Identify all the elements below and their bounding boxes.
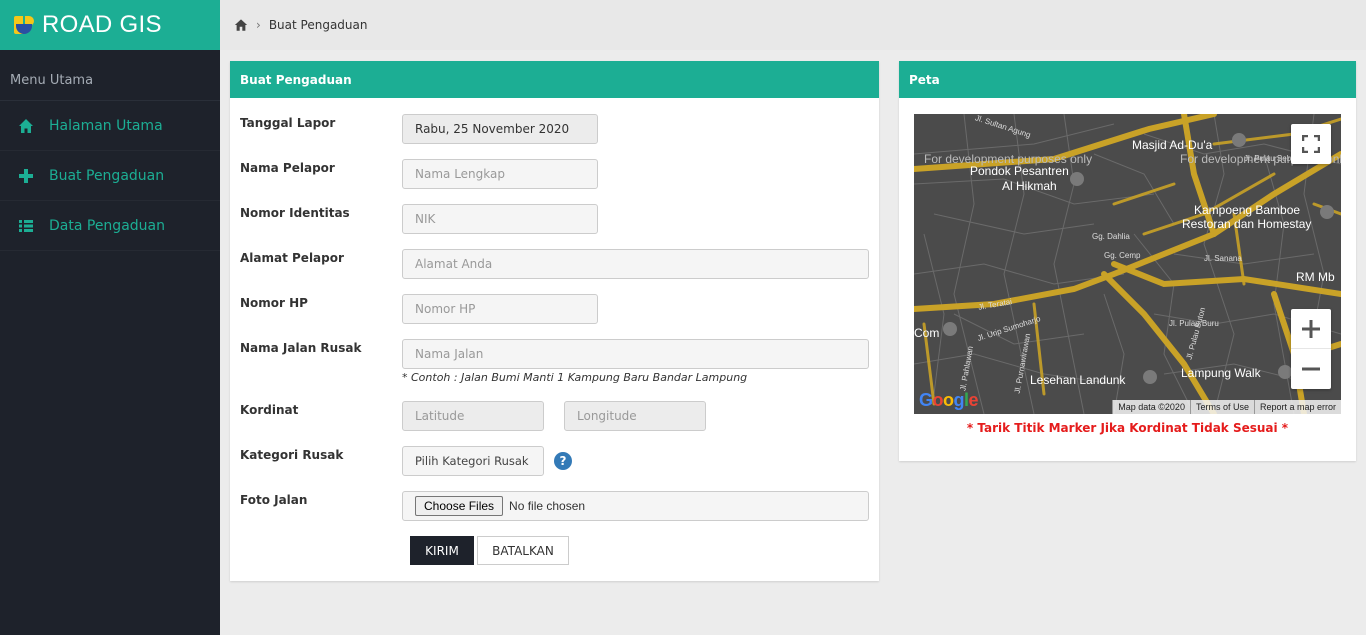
chevron-right-icon: › — [256, 18, 261, 32]
place-label: Kampoeng Bamboe — [1194, 203, 1301, 217]
map-canvas[interactable]: Jl. Sultan Agung Gg. Dahlia Gg. Cemp Jl.… — [914, 114, 1341, 414]
sidebar-item-buat-pengaduan[interactable]: Buat Pengaduan — [0, 151, 220, 201]
place-label: Lampung Walk — [1181, 366, 1261, 380]
zoom-out-button[interactable] — [1291, 349, 1331, 389]
sidebar-item-label: Data Pengaduan — [49, 217, 165, 234]
place-label: Com — [914, 326, 940, 340]
submit-button[interactable]: KIRIM — [410, 536, 474, 565]
sidebar-item-label: Halaman Utama — [49, 117, 163, 134]
street-label: Jl. Sanana — [1204, 254, 1242, 263]
fullscreen-button[interactable] — [1291, 124, 1331, 164]
google-logo[interactable]: Google — [919, 390, 979, 411]
place-label: Al Hikmah — [1002, 179, 1057, 193]
street-label: Gg. Dahlia — [1092, 232, 1130, 241]
home-icon[interactable] — [234, 18, 248, 32]
place-label: Pondok Pesantren — [970, 164, 1069, 178]
plus-icon — [1302, 319, 1320, 338]
sidebar-item-label: Buat Pengaduan — [49, 167, 165, 184]
hp-label: Nomor HP — [240, 296, 308, 310]
longitude-input[interactable] — [564, 401, 706, 431]
hp-input[interactable] — [402, 294, 598, 324]
place-label: Restoran dan Homestay — [1182, 217, 1312, 231]
fullscreen-icon — [1302, 135, 1320, 153]
street-label: Gg. Cemp — [1104, 251, 1141, 260]
jalan-label: Nama Jalan Rusak — [240, 341, 362, 355]
map-title: Peta — [899, 61, 1356, 98]
breadcrumb: › Buat Pengaduan — [220, 0, 1366, 50]
list-icon — [19, 219, 33, 232]
sidebar-item-data-pengaduan[interactable]: Data Pengaduan — [0, 201, 220, 251]
map-card: Peta Jl. Sultan Agung Gg. Dahlia Gg. Cem… — [899, 61, 1356, 461]
home-icon — [19, 118, 33, 133]
terms-link[interactable]: Terms of Use — [1189, 400, 1254, 414]
latitude-input[interactable] — [402, 401, 544, 431]
cancel-button[interactable]: BATALKAN — [477, 536, 569, 565]
report-link[interactable]: Report a map error — [1253, 400, 1341, 414]
place-label: Masjid Ad-Du'a — [1132, 138, 1213, 152]
plus-icon — [19, 168, 33, 183]
place-label: RM Mb — [1296, 270, 1335, 284]
brand[interactable]: ROAD GIS — [0, 0, 220, 50]
map-attribution: Map data ©2020 Terms of Use Report a map… — [1112, 400, 1341, 414]
complaint-form-card: Buat Pengaduan Tanggal Lapor Nama Pelapo… — [230, 61, 879, 581]
jalan-hint: * Contoh : Jalan Bumi Manti 1 Kampung Ba… — [402, 371, 748, 384]
jalan-input[interactable] — [402, 339, 869, 369]
tanggal-input[interactable] — [402, 114, 598, 144]
breadcrumb-current: Buat Pengaduan — [268, 18, 368, 32]
zoom-in-button[interactable] — [1291, 309, 1331, 349]
nik-input[interactable] — [402, 204, 598, 234]
kategori-select[interactable]: Pilih Kategori Rusak — [402, 446, 544, 476]
tanggal-label: Tanggal Lapor — [240, 116, 336, 130]
marker-note: * Tarik Titik Marker Jika Kordinat Tidak… — [966, 421, 1289, 435]
alamat-input[interactable] — [402, 249, 869, 279]
minus-icon — [1302, 367, 1320, 371]
alamat-label: Alamat Pelapor — [240, 251, 344, 265]
pu-logo-icon — [14, 14, 36, 36]
foto-file-input[interactable]: Choose Files No file chosen — [402, 491, 869, 521]
foto-label: Foto Jalan — [240, 493, 308, 507]
menu-header: Menu Utama — [0, 50, 220, 101]
sidebar-item-halaman-utama[interactable]: Halaman Utama — [0, 101, 220, 151]
place-label: Lesehan Landunk — [1030, 373, 1126, 387]
nik-label: Nomor Identitas — [240, 206, 350, 220]
kordinat-label: Kordinat — [240, 403, 299, 417]
help-icon[interactable]: ? — [554, 452, 572, 470]
zoom-control — [1291, 309, 1331, 389]
file-status: No file chosen — [509, 499, 586, 513]
choose-files-button[interactable]: Choose Files — [415, 496, 504, 516]
nama-input[interactable] — [402, 159, 598, 189]
nama-label: Nama Pelapor — [240, 161, 335, 175]
form-title: Buat Pengaduan — [230, 61, 879, 98]
map-data-link[interactable]: Map data ©2020 — [1112, 400, 1190, 414]
sidebar: ROAD GIS Menu Utama Halaman Utama Buat P… — [0, 0, 220, 635]
app-title: ROAD GIS — [42, 11, 162, 38]
kategori-label: Kategori Rusak — [240, 448, 344, 462]
